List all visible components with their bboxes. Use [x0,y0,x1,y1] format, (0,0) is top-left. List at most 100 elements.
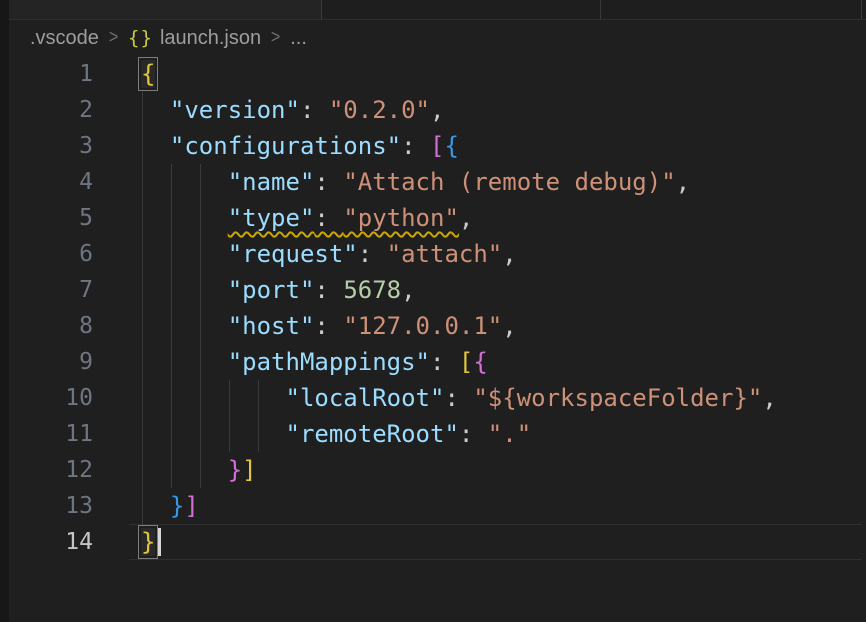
line-number[interactable]: 14 [9,524,93,560]
code-token: : [430,348,459,376]
line-number[interactable]: 12 [9,452,93,488]
code-line[interactable]: 9 "pathMappings": [{ [9,344,866,380]
code-token: } [228,456,242,484]
code-line[interactable]: 8 "host": "127.0.0.1", [9,308,866,344]
code-line-text: "name": "Attach (remote debug)", [141,164,690,200]
code-token [141,240,228,268]
code-token [141,312,228,340]
line-number[interactable]: 3 [9,128,93,164]
code-token: { [444,132,458,160]
line-number[interactable]: 2 [9,92,93,128]
code-token: ] [242,456,256,484]
code-token [141,276,228,304]
line-number[interactable]: 4 [9,164,93,200]
bracket-match: } [141,528,155,556]
warning-squiggle: "type": "python" [228,204,459,232]
code-token: : [444,384,473,412]
code-area[interactable]: 1{2 "version": "0.2.0",3 "configurations… [9,56,866,560]
line-number[interactable]: 10 [9,380,93,416]
code-token: "request" [228,240,358,268]
code-line[interactable]: 3 "configurations": [{ [9,128,866,164]
breadcrumb: .vscode>{}launch.json>... [9,20,866,56]
code-token: "name" [228,168,315,196]
code-token: , [459,204,473,232]
code-token: "${workspaceFolder}" [473,384,762,412]
breadcrumb-item[interactable]: launch.json [160,27,261,50]
code-token: : [314,168,343,196]
code-token: , [502,312,516,340]
code-line[interactable]: 1{ [9,56,866,92]
code-token: [ [430,132,444,160]
code-token: "." [488,420,531,448]
code-token: "version" [170,96,300,124]
window-left-edge [0,0,9,622]
line-number[interactable]: 11 [9,416,93,452]
code-line-text: { [141,56,155,92]
code-token: "127.0.0.1" [343,312,502,340]
tab-active[interactable] [9,0,321,19]
code-token: , [430,96,444,124]
code-token: [ [459,348,473,376]
code-token [141,204,228,232]
code-line[interactable]: 14} [9,524,866,560]
code-line-text: "remoteRoot": "." [141,416,531,452]
code-line-text: "host": "127.0.0.1", [141,308,517,344]
code-line-text: "version": "0.2.0", [141,92,444,128]
code-token: , [401,276,415,304]
code-line-text: "request": "attach", [141,236,517,272]
chevron-right-icon: > [271,27,280,49]
line-number[interactable]: 6 [9,236,93,272]
line-number[interactable]: 8 [9,308,93,344]
code-token: "pathMappings" [228,348,430,376]
code-token: "0.2.0" [329,96,430,124]
tab-divider [321,0,322,19]
breadcrumb-item[interactable]: ... [290,27,307,50]
code-token [141,456,228,484]
code-token: : [300,96,329,124]
breadcrumb-item[interactable]: .vscode [30,27,99,50]
line-number[interactable]: 9 [9,344,93,380]
code-line[interactable]: 4 "name": "Attach (remote debug)", [9,164,866,200]
code-token: , [676,168,690,196]
tab-divider [861,0,862,19]
code-line[interactable]: 5 "type": "python", [9,200,866,236]
line-number[interactable]: 13 [9,488,93,524]
code-token: { [473,348,487,376]
code-token: : [401,132,430,160]
code-token: "port" [228,276,315,304]
code-token: : [314,276,343,304]
code-token: : [314,204,343,232]
code-token: } [170,492,184,520]
code-token: "configurations" [170,132,401,160]
code-token: "remoteRoot" [286,420,459,448]
code-token: "Attach (remote debug)" [343,168,675,196]
tab-divider [600,0,601,19]
tab-strip [9,0,866,20]
json-braces-icon: {} [128,27,153,49]
code-token [141,168,228,196]
code-line-text: } [141,524,161,560]
code-token: : [459,420,488,448]
code-line[interactable]: 11 "remoteRoot": "." [9,416,866,452]
code-line[interactable]: 2 "version": "0.2.0", [9,92,866,128]
code-token [141,132,170,160]
code-line[interactable]: 13 }] [9,488,866,524]
code-line[interactable]: 10 "localRoot": "${workspaceFolder}", [9,380,866,416]
text-cursor [158,528,161,556]
line-number[interactable]: 7 [9,272,93,308]
editor-pane: .vscode>{}launch.json>... 1{2 "version":… [9,20,866,622]
code-line[interactable]: 7 "port": 5678, [9,272,866,308]
code-line-text: }] [141,488,199,524]
code-token: "python" [343,204,459,232]
code-token: "type" [228,204,315,232]
code-token [141,384,286,412]
code-token: ] [184,492,198,520]
code-token: , [762,384,776,412]
line-number[interactable]: 5 [9,200,93,236]
code-token: "localRoot" [286,384,445,412]
line-number[interactable]: 1 [9,56,93,92]
code-line[interactable]: 12 }] [9,452,866,488]
code-line[interactable]: 6 "request": "attach", [9,236,866,272]
code-token: : [314,312,343,340]
code-token: "host" [228,312,315,340]
